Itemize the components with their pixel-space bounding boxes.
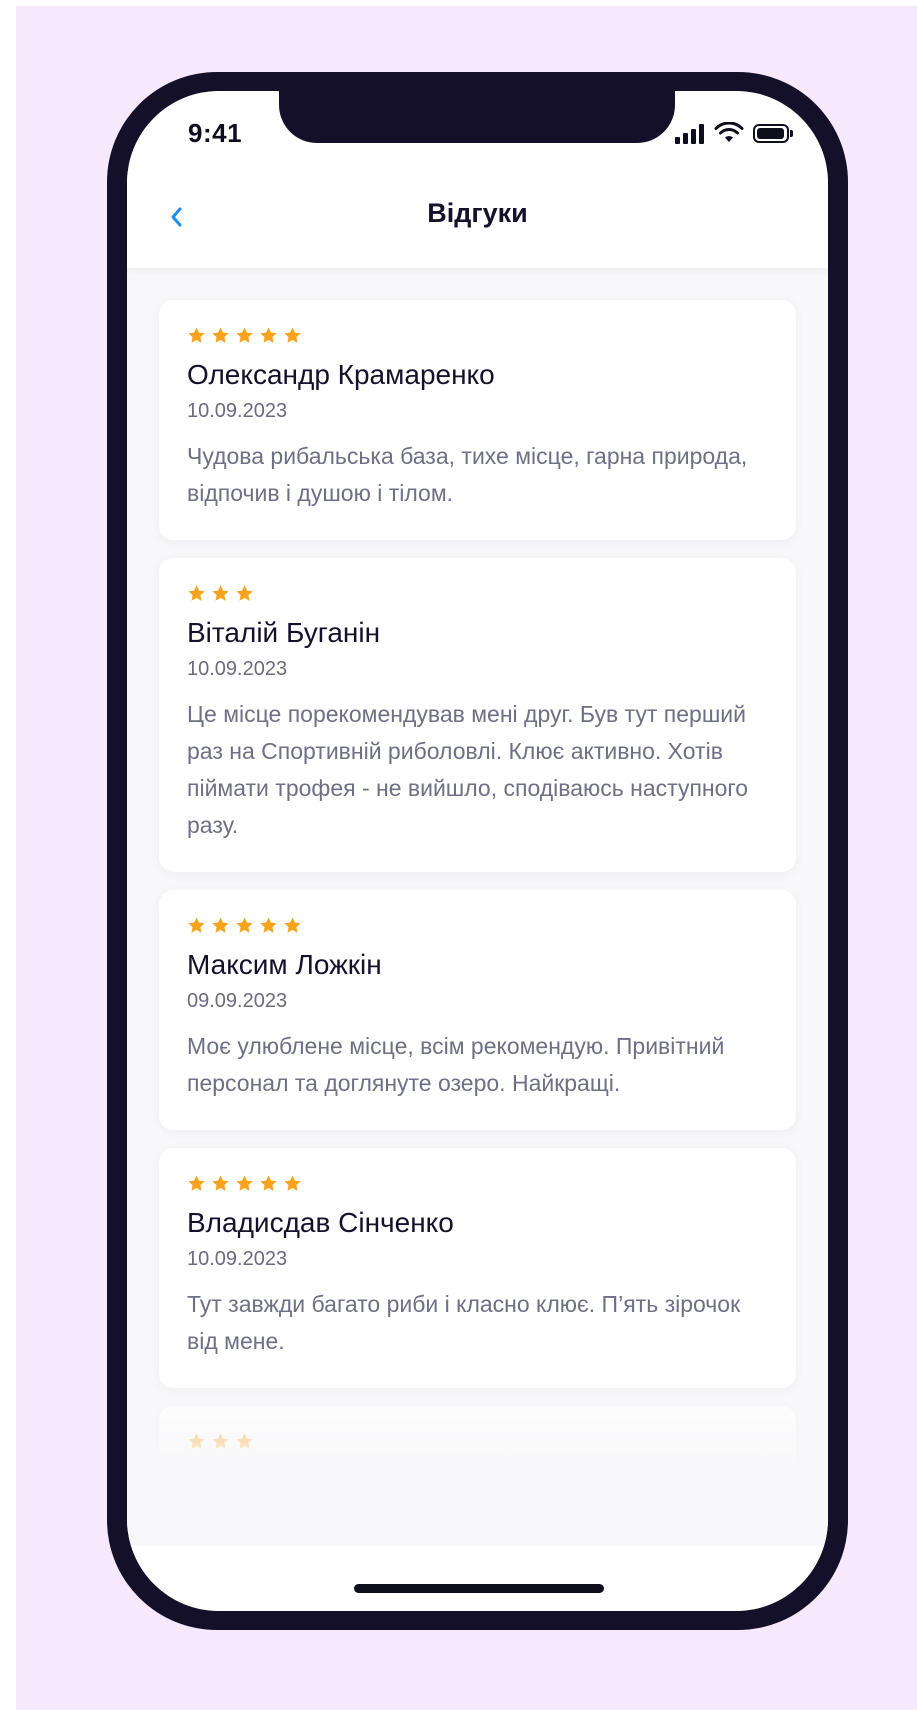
star-icon bbox=[188, 917, 205, 933]
bottom-safe-area bbox=[127, 1546, 828, 1611]
signal-bars-icon bbox=[675, 124, 705, 144]
review-card: Владисдав Сінченко 10.09.2023 Тут завжди… bbox=[159, 1148, 796, 1388]
star-icon bbox=[284, 327, 301, 343]
star-rating bbox=[187, 1174, 768, 1196]
battery-icon bbox=[753, 124, 793, 143]
wifi-icon bbox=[714, 122, 744, 142]
star-icon bbox=[284, 1175, 301, 1191]
star-icon bbox=[236, 1175, 253, 1191]
review-date: 10.09.2023 bbox=[187, 1248, 288, 1270]
star-rating bbox=[187, 584, 768, 606]
phone-screen: Відгуки 9:41 Олександр Крамаренко 10.09.… bbox=[127, 91, 828, 1611]
star-icon bbox=[188, 327, 205, 343]
review-text: Чудова рибальська база, тихе місце, гарн… bbox=[187, 443, 748, 506]
review-date: 10.09.2023 bbox=[187, 400, 288, 422]
review-author: Максим Ложкін bbox=[187, 949, 382, 980]
star-icon bbox=[260, 1175, 277, 1191]
star-icon bbox=[260, 917, 277, 933]
star-icon bbox=[284, 917, 301, 933]
scroll-fade bbox=[127, 1376, 828, 1546]
review-text: Це місце порекомендував мені друг. Був т… bbox=[187, 701, 749, 838]
star-icon bbox=[236, 917, 253, 933]
review-text: Тут завжди багато риби і класно клює. П’… bbox=[187, 1291, 741, 1354]
review-card: Максим Ложкін 09.09.2023 Моє улюблене мі… bbox=[159, 890, 796, 1130]
review-author: Владисдав Сінченко bbox=[187, 1207, 454, 1238]
page-title: Відгуки bbox=[427, 198, 528, 228]
star-icon bbox=[188, 585, 205, 601]
star-icon bbox=[212, 1175, 229, 1191]
star-icon bbox=[236, 327, 253, 343]
review-date: 09.09.2023 bbox=[187, 990, 288, 1012]
phone-notch bbox=[279, 91, 675, 143]
review-text: Моє улюблене місце, всім рекомендую. При… bbox=[187, 1033, 725, 1096]
review-date: 10.09.2023 bbox=[187, 658, 288, 680]
star-icon bbox=[212, 917, 229, 933]
review-card: Віталій Буганін 10.09.2023 Це місце поре… bbox=[159, 558, 796, 872]
star-rating bbox=[187, 916, 768, 938]
star-rating bbox=[187, 326, 768, 348]
star-icon bbox=[236, 585, 253, 601]
status-time: 9:41 bbox=[188, 118, 243, 148]
review-card: Олександр Крамаренко 10.09.2023 Чудова р… bbox=[159, 300, 796, 540]
review-author: Віталій Буганін bbox=[187, 617, 381, 648]
home-indicator[interactable] bbox=[354, 1584, 604, 1593]
star-icon bbox=[260, 327, 277, 343]
star-icon bbox=[188, 1175, 205, 1191]
star-icon bbox=[212, 585, 229, 601]
star-icon bbox=[212, 327, 229, 343]
review-author: Олександр Крамаренко bbox=[187, 359, 495, 390]
